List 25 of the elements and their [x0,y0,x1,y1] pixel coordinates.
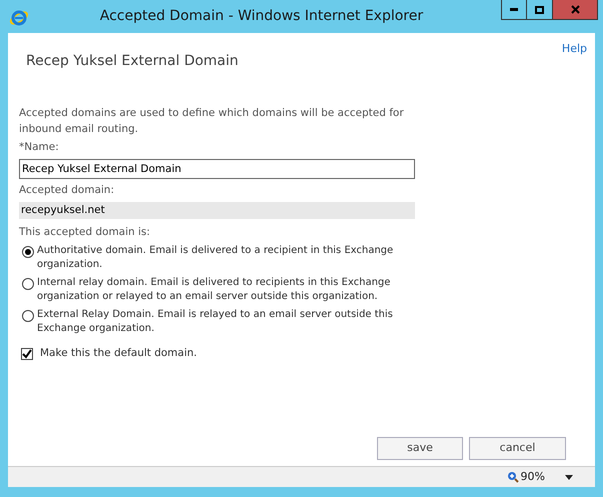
zoom-icon [506,471,519,483]
field-label: Accepted domain: [19,182,116,198]
radio-label: Authoritative domain. Email is delivered to a recipient in this Exchange organization. [37,244,394,272]
cancel-button[interactable]: cancel [469,437,566,460]
save-button[interactable]: save [377,437,463,460]
field-label: *Name: [19,140,60,155]
dialog-heading: Recep Yuksel External Domain [26,52,240,71]
radio-label: Internal relay domain. Email is delivered to recipients in this Exchange organization or relayed to an email server outside this organization. [37,276,392,304]
close-button[interactable] [553,0,598,20]
minimize-button[interactable] [501,0,527,20]
domain-field[interactable]: recepyuksel.net [19,202,415,218]
radio-label: External Relay Domain. Email is relayed to an email server outside this Exchange organization. [37,308,394,336]
close-icon [570,5,580,14]
zoom-level[interactable]: 90% [520,468,545,486]
help-link[interactable]: Help [562,41,587,58]
window-title: Accepted Domain - Windows Internet Explorer [100,7,424,26]
dropdown-icon[interactable] [565,474,573,480]
description-text: Accepted domains are used to define which domains will be accepted for inbound email routing. [19,106,405,137]
group-label: This accepted domain is: [19,224,152,240]
radio-button[interactable] [22,246,34,258]
checkbox[interactable] [21,348,33,360]
name-field[interactable]: Recep Yuksel External Domain [19,158,415,179]
radio-button[interactable] [22,310,34,322]
checkbox-label: Make this the default domain. [40,346,198,362]
radio-button[interactable] [22,278,34,290]
